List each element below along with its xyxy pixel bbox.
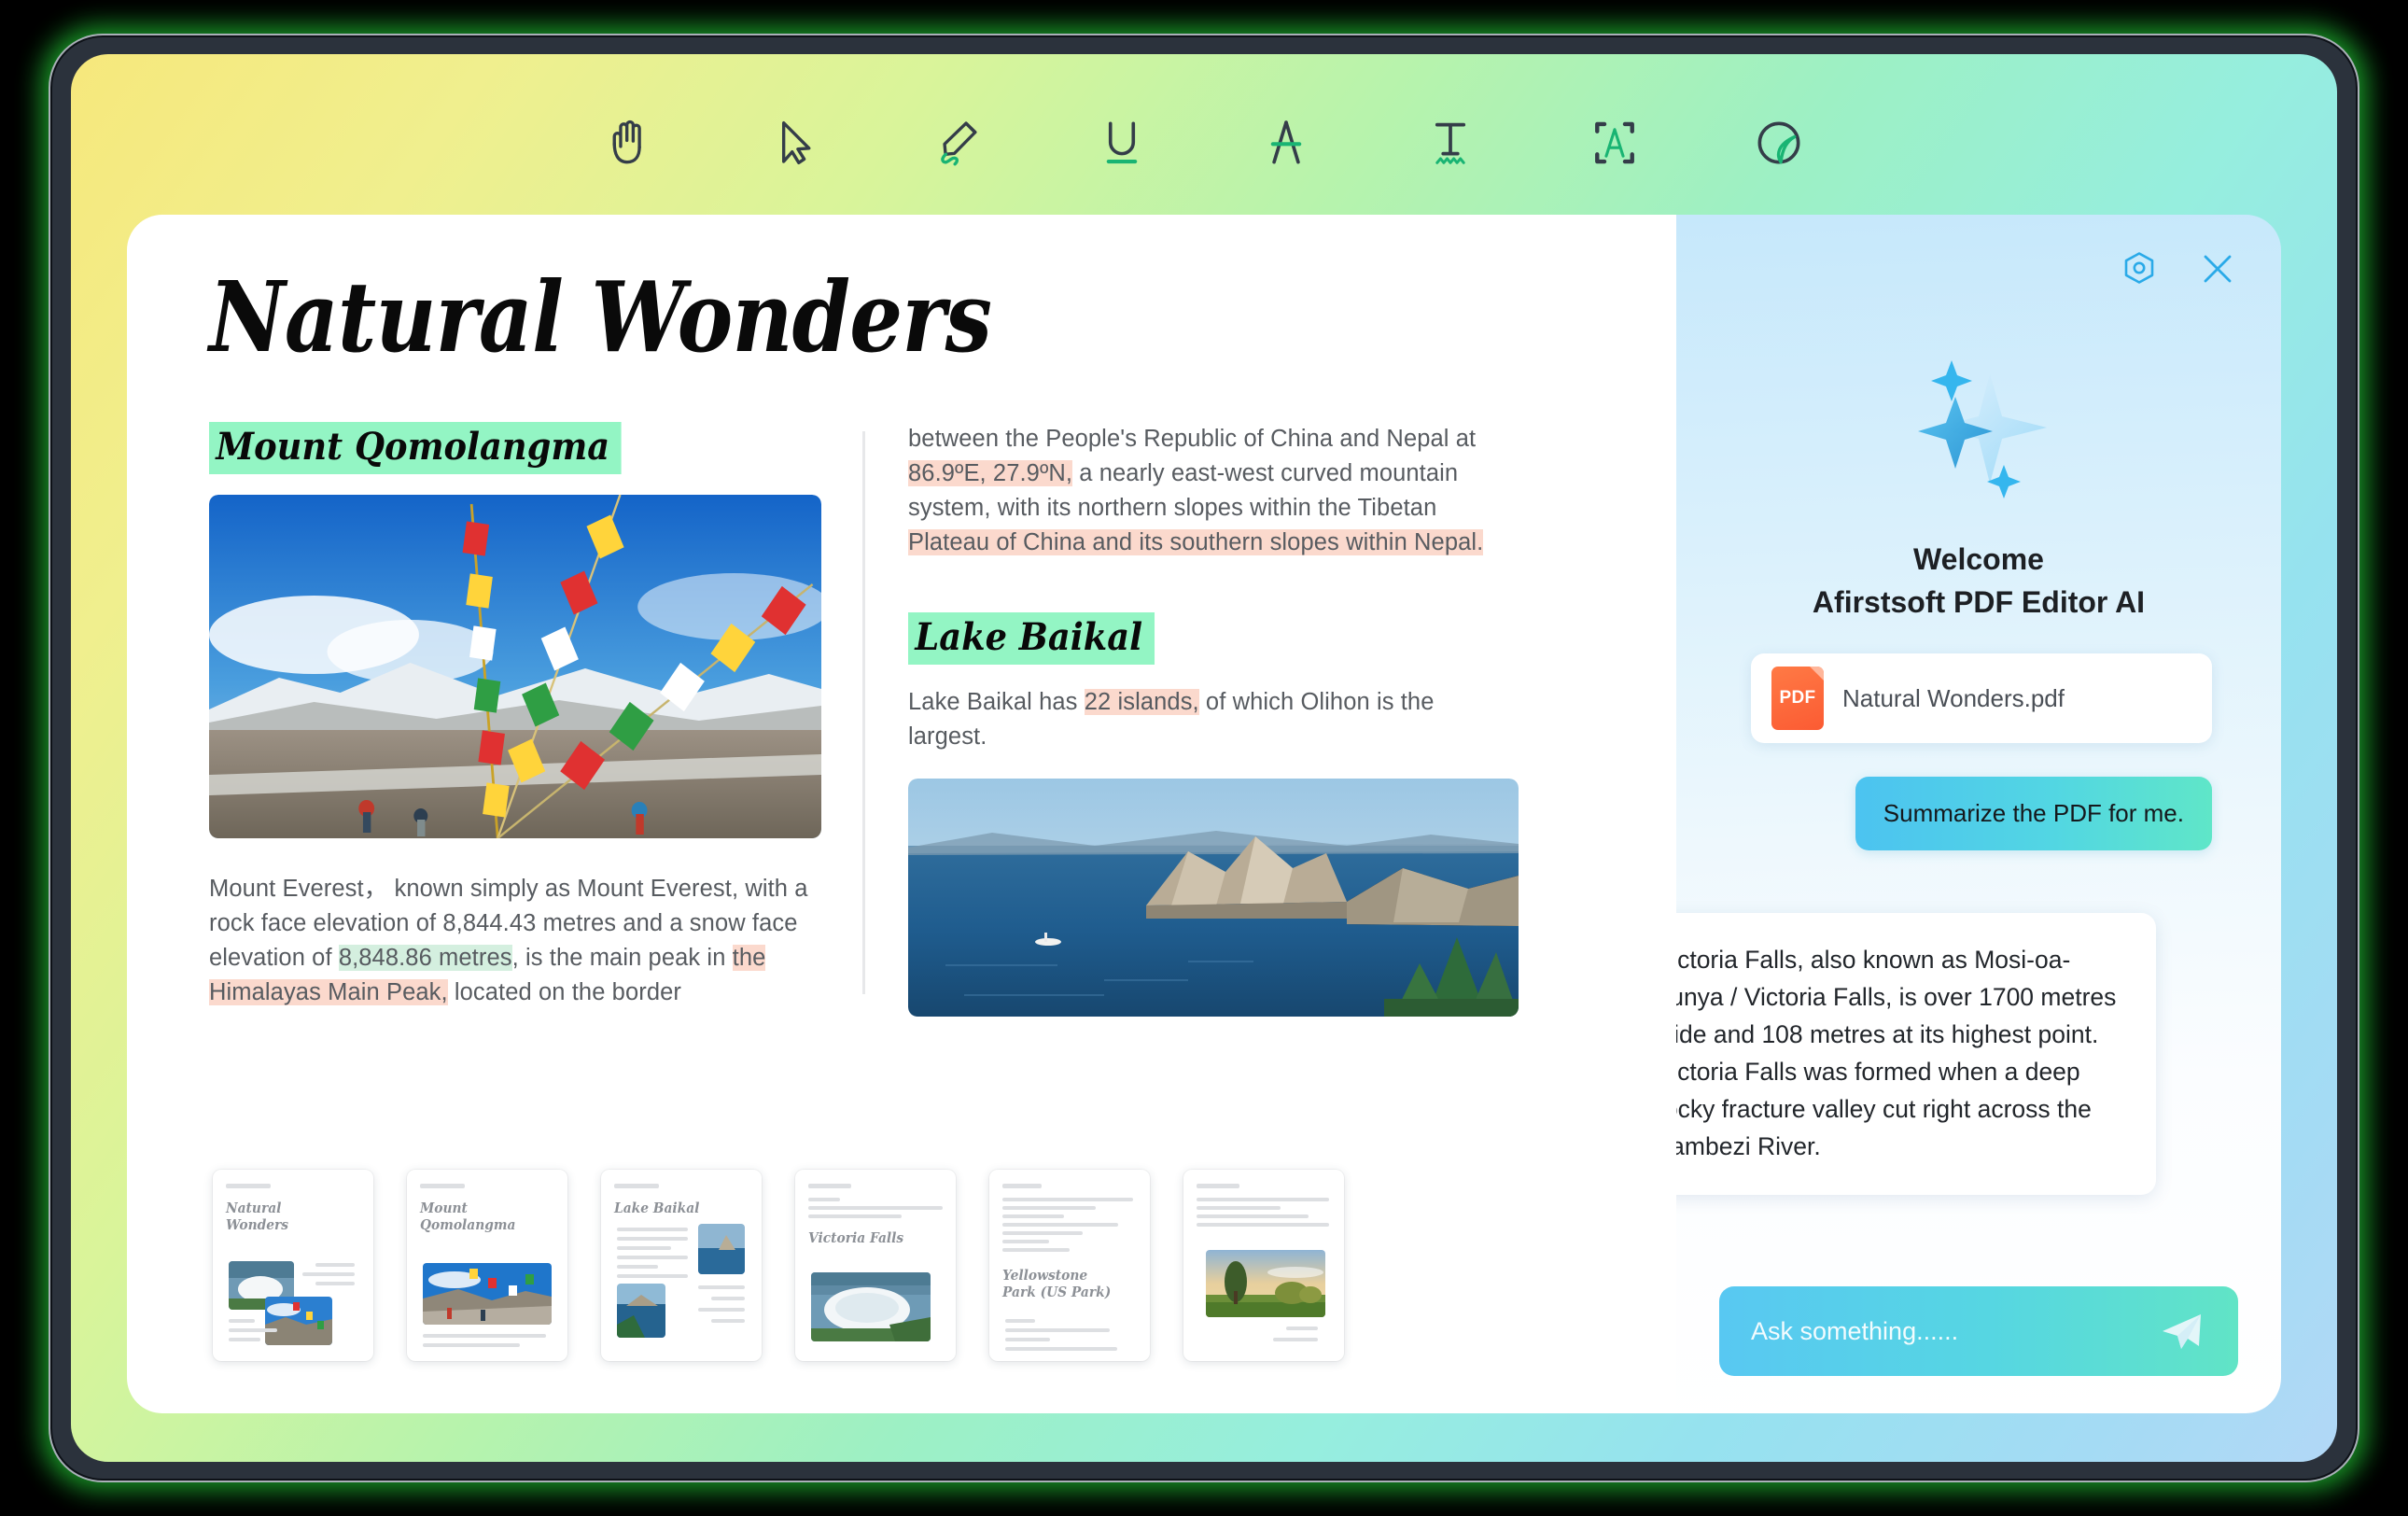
ai-welcome-block: Welcome Afirstsoft PDF Editor AI bbox=[1676, 538, 2281, 624]
lake-baikal-photo bbox=[908, 779, 1519, 1017]
underline-tool[interactable] bbox=[1085, 105, 1159, 180]
thumbnail-page-6[interactable] bbox=[1183, 1170, 1344, 1361]
everest-text-part-2: , is the main peak in bbox=[511, 945, 733, 971]
heading-mount-qomolangma: Mount Qomolangma bbox=[209, 422, 623, 474]
pdf-file-icon: PDF bbox=[1771, 667, 1824, 730]
screenshot-root: Natural Wonders Mount Qomolangma Mount E… bbox=[0, 0, 2408, 1516]
document-right-column: between the People's Republic of China a… bbox=[865, 422, 1519, 1017]
attached-file-card[interactable]: PDF Natural Wonders.pdf bbox=[1751, 653, 2212, 743]
everest-paragraph-continued: between the People's Republic of China a… bbox=[908, 422, 1519, 560]
thumbnail-caption: Lake Baikal bbox=[614, 1200, 700, 1216]
ai-input-bar[interactable] bbox=[1719, 1286, 2238, 1376]
thumbnail-page-5[interactable]: Yellowstone Park (US Park) bbox=[989, 1170, 1150, 1361]
close-icon[interactable] bbox=[2197, 248, 2238, 289]
everest-paragraph: Mount Everest， known simply as Mount Eve… bbox=[209, 872, 821, 1010]
heading-lake-baikal-row: Lake Baikal bbox=[908, 612, 1519, 665]
everest-highlight-elevation: 8,848.86 metres bbox=[338, 945, 512, 971]
document-columns: Mount Qomolangma Mount Everest， known si… bbox=[209, 422, 1609, 1017]
pdf-badge-label: PDF bbox=[1779, 688, 1816, 708]
highlight-coordinates: 86.9ºE, 27.9ºN, bbox=[908, 460, 1073, 486]
everest-photo bbox=[209, 495, 821, 838]
device-screen: Natural Wonders Mount Qomolangma Mount E… bbox=[71, 54, 2337, 1462]
thumbnail-page-4[interactable]: Victoria Falls bbox=[795, 1170, 956, 1361]
send-plane-icon[interactable] bbox=[2158, 1307, 2206, 1355]
highlight-pen-tool[interactable] bbox=[920, 105, 995, 180]
thumb-image-victoria-falls bbox=[811, 1272, 931, 1341]
thumbnail-page-1[interactable]: Natural Wonders bbox=[213, 1170, 373, 1361]
everest-text-part-3: located on the border bbox=[447, 979, 681, 1005]
app-window: Natural Wonders Mount Qomolangma Mount E… bbox=[127, 215, 2281, 1413]
thumbnail-caption: Mount Qomolangma bbox=[420, 1200, 516, 1233]
page-thumbnail-strip: Natural Wonders Mount Qomolangma Lake Ba… bbox=[213, 1170, 1344, 1361]
thumb-image-baikal-1 bbox=[698, 1224, 745, 1274]
thumb-image-everest-large bbox=[423, 1263, 552, 1325]
hex-settings-icon[interactable] bbox=[2119, 248, 2160, 289]
thumbnail-page-2[interactable]: Mount Qomolangma bbox=[407, 1170, 567, 1361]
thumbnail-caption: Victoria Falls bbox=[808, 1229, 904, 1246]
continued-text-part-1: between the People's Republic of China a… bbox=[908, 426, 1477, 452]
strikethrough-tool[interactable] bbox=[1249, 105, 1323, 180]
highlight-plateau: Plateau of China and its southern slopes… bbox=[908, 529, 1484, 555]
chat-message-user: Summarize the PDF for me. bbox=[1855, 777, 2212, 850]
ai-panel-actions bbox=[2119, 248, 2238, 289]
ai-welcome-subtitle: Afirstsoft PDF Editor AI bbox=[1812, 585, 2146, 619]
thumbnail-page-3[interactable]: Lake Baikal bbox=[601, 1170, 762, 1361]
thumbnail-caption: Natural Wonders bbox=[226, 1200, 289, 1233]
document-left-column: Mount Qomolangma Mount Everest， known si… bbox=[209, 422, 862, 1017]
select-tool[interactable] bbox=[756, 105, 831, 180]
annotation-toolbar bbox=[71, 54, 2337, 232]
ocr-text-recognition-tool[interactable] bbox=[1577, 105, 1652, 180]
thumb-image-everest bbox=[265, 1297, 332, 1345]
chat-message-assistant: Victoria Falls, also known as Mosi-oa-Tu… bbox=[1676, 913, 2156, 1195]
pdf-document-pane: Natural Wonders Mount Qomolangma Mount E… bbox=[127, 215, 1676, 1413]
ask-input[interactable] bbox=[1751, 1316, 2158, 1346]
squiggly-text-tool[interactable] bbox=[1413, 105, 1488, 180]
thumbnail-caption: Yellowstone Park (US Park) bbox=[1002, 1267, 1112, 1300]
document-title: Natural Wonders bbox=[209, 260, 992, 374]
attached-file-name: Natural Wonders.pdf bbox=[1842, 683, 2065, 712]
ai-assistant-panel: Welcome Afirstsoft PDF Editor AI PDF Nat… bbox=[1676, 215, 2281, 1413]
ai-sparkle-logo bbox=[1676, 345, 2281, 509]
hand-tool[interactable] bbox=[592, 105, 666, 180]
eraser-tool[interactable] bbox=[1742, 105, 1816, 180]
ai-welcome-title: Welcome bbox=[1913, 542, 2044, 576]
thumb-image-baikal-2 bbox=[617, 1284, 665, 1338]
heading-mount-qomolangma-row: Mount Qomolangma bbox=[209, 422, 821, 474]
baikal-highlight-islands: 22 islands, bbox=[1084, 689, 1199, 715]
baikal-text-part-1: Lake Baikal has bbox=[908, 689, 1085, 715]
heading-lake-baikal: Lake Baikal bbox=[908, 612, 1155, 665]
baikal-paragraph: Lake Baikal has 22 islands, of which Oli… bbox=[908, 685, 1519, 754]
thumb-image-meadow bbox=[1206, 1250, 1325, 1317]
